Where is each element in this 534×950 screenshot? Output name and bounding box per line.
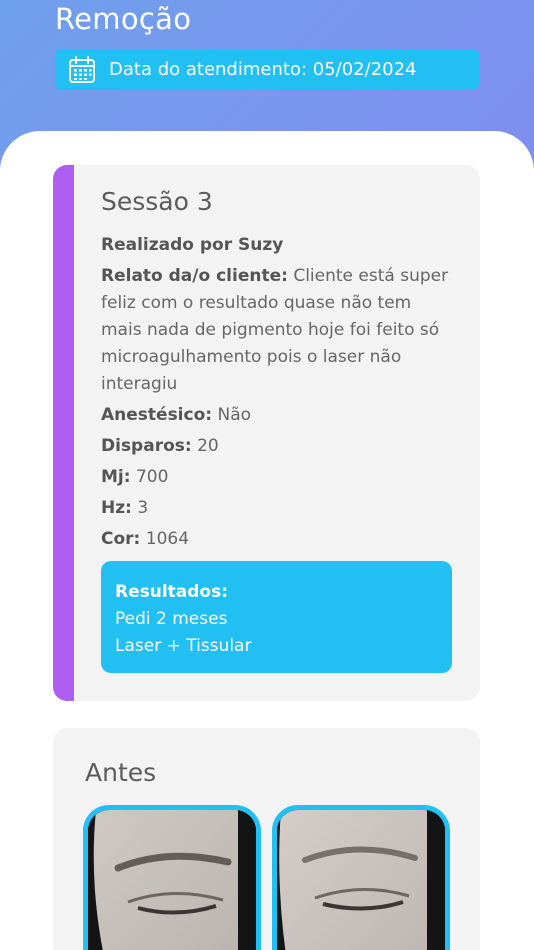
appointment-date-badge: Data do atendimento: 05/02/2024 (55, 49, 479, 90)
field-value: 1064 (145, 529, 190, 549)
field-value: Não (217, 405, 252, 425)
field-label: Mj: (101, 467, 131, 487)
field-mj: Mj: 700 (101, 464, 451, 491)
results-line: Pedi 2 meses (115, 609, 228, 629)
session-details: Sessão 3 Realizado por Suzy Relato da/o … (101, 187, 451, 557)
field-value: 700 (135, 467, 169, 487)
field-label: Cor: (101, 529, 141, 549)
session-accent-bar (53, 165, 74, 701)
appointment-date-text: Data do atendimento: 05/02/2024 (109, 59, 417, 80)
field-label: Disparos: (101, 436, 192, 456)
field-label: Hz: (101, 498, 132, 518)
before-photo-1[interactable] (83, 805, 261, 950)
field-label: Anestésico: (101, 405, 213, 425)
performed-by: Realizado por Suzy (101, 235, 284, 255)
page-title: Remoção (55, 2, 192, 36)
field-value: 20 (197, 436, 219, 456)
results-box: Resultados: Pedi 2 meses Laser + Tissula… (101, 561, 452, 673)
eyebrow-photo-image (88, 810, 256, 950)
calendar-icon (69, 55, 95, 83)
results-title: Resultados: (115, 582, 229, 602)
results-line: Laser + Tissular (115, 636, 252, 656)
before-photo-2[interactable] (272, 805, 450, 950)
client-report-label: Relato da/o cliente: (101, 266, 288, 286)
before-photos-card: Antes (53, 728, 480, 950)
eyebrow-photo-image (277, 810, 445, 950)
field-shots: Disparos: 20 (101, 433, 451, 460)
field-hz: Hz: 3 (101, 495, 451, 522)
field-anesthetic: Anestésico: Não (101, 402, 451, 429)
field-value: 3 (137, 498, 149, 518)
before-title: Antes (85, 758, 157, 787)
session-title: Sessão 3 (101, 187, 213, 216)
client-report: Relato da/o cliente: Cliente está super … (101, 263, 451, 398)
field-color: Cor: 1064 (101, 526, 451, 553)
session-card: Sessão 3 Realizado por Suzy Relato da/o … (53, 165, 480, 701)
